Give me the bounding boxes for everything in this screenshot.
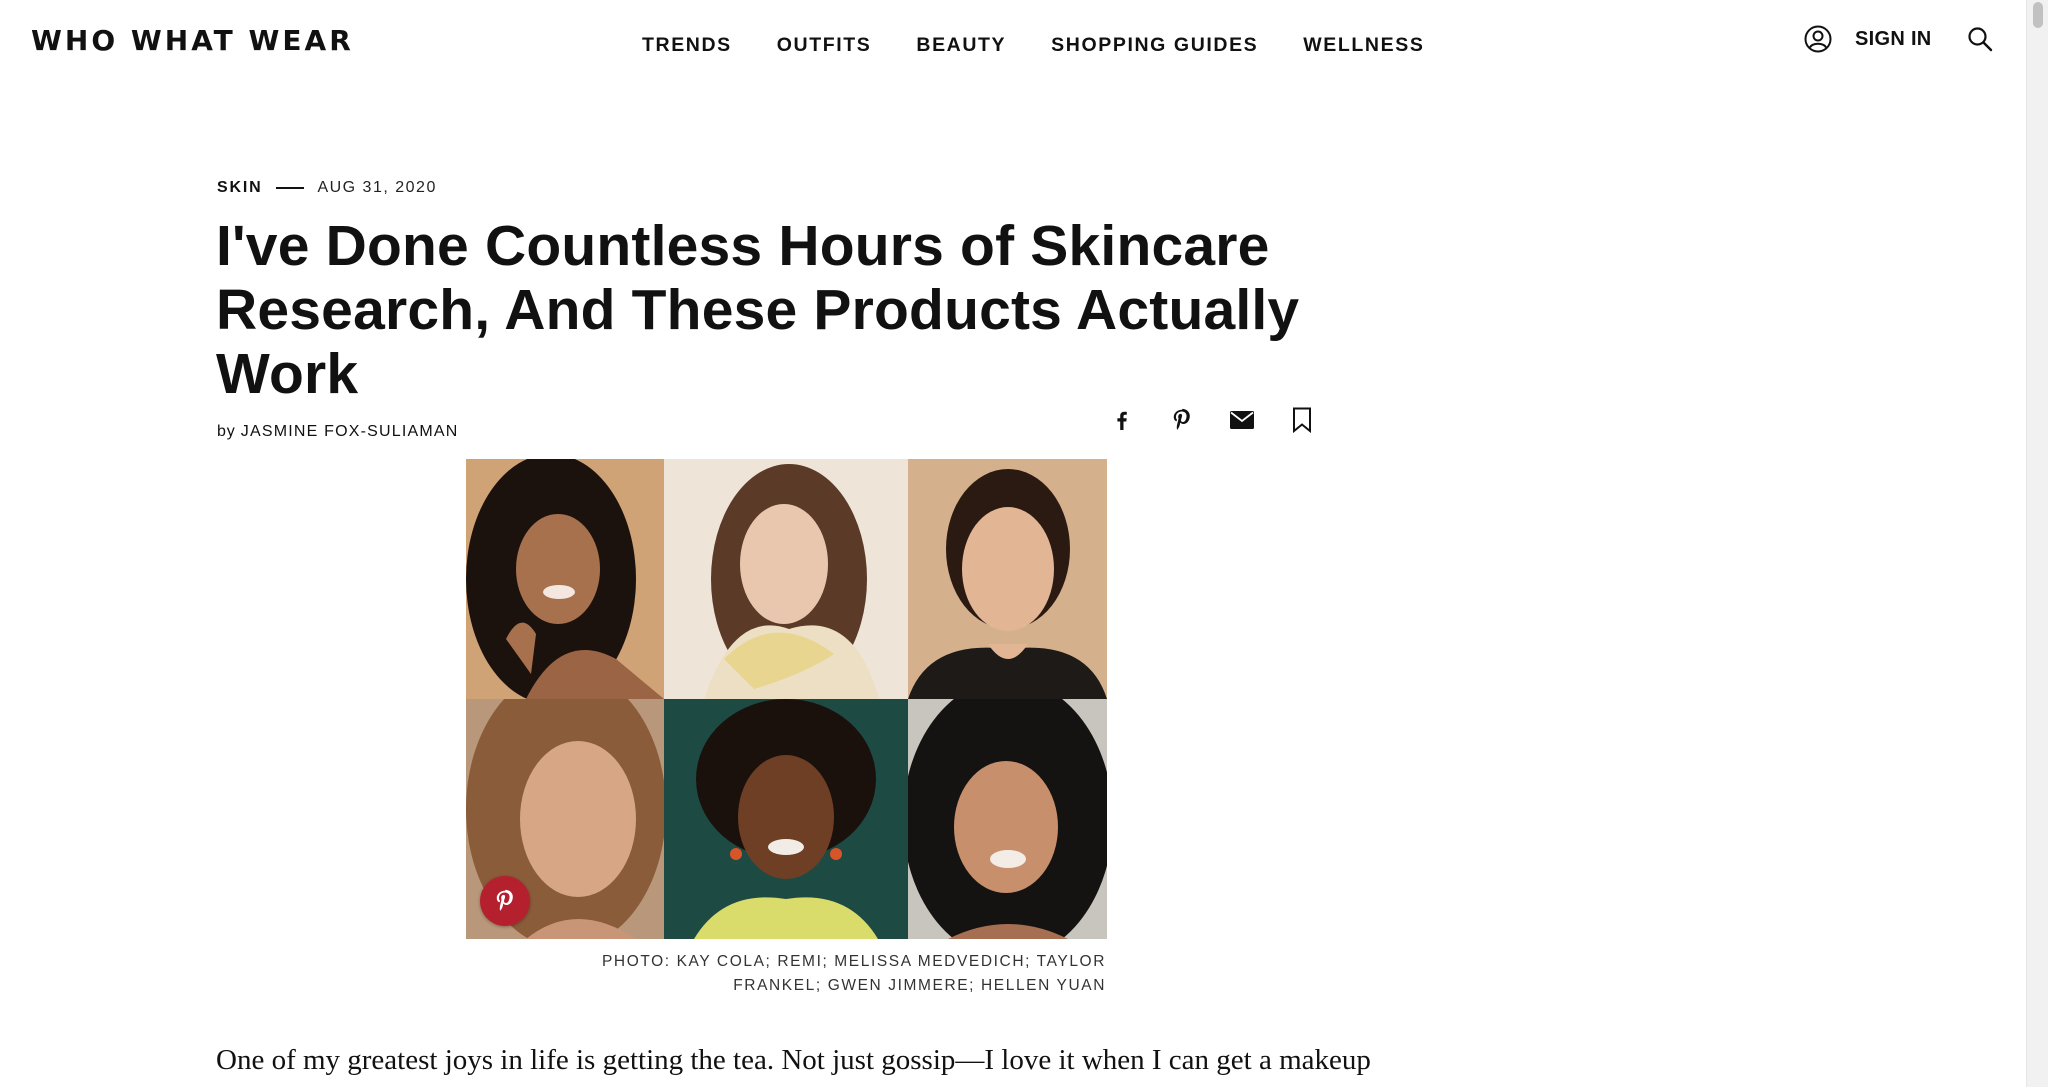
nav-item-beauty[interactable]: BEAUTY: [916, 34, 1006, 57]
scrollbar-thumb[interactable]: [2033, 2, 2043, 28]
user-circle-icon[interactable]: [1803, 24, 1833, 54]
article-meta: SKIN AUG 31, 2020: [217, 179, 437, 197]
portrait-3-image: [908, 459, 1107, 699]
portrait-2-image: [664, 459, 908, 699]
site-header: WHO WHAT WEAR TRENDS OUTFITS BEAUTY SHOP…: [0, 0, 2026, 90]
portrait-6-image: [908, 699, 1107, 939]
email-icon[interactable]: [1226, 404, 1258, 436]
photo-caption: PHOTO: KAY COLA; REMI; MELISSA MEDVEDICH…: [601, 953, 1106, 994]
pinterest-icon[interactable]: [1166, 404, 1198, 436]
bookmark-icon[interactable]: [1286, 404, 1318, 436]
hero-photo-collage: [466, 459, 1107, 939]
portrait-1-image: [466, 459, 664, 699]
portrait-5-image: [664, 699, 908, 939]
meta-divider: [276, 187, 305, 189]
article-body-paragraph: One of my greatest joys in life is getti…: [216, 1044, 1371, 1076]
article-byline: by JASMINE FOX-SULIAMAN: [217, 423, 459, 441]
site-logo[interactable]: WHO WHAT WEAR: [31, 24, 354, 57]
article-category[interactable]: SKIN: [217, 179, 262, 197]
share-bar: [1106, 404, 1318, 436]
main-nav: TRENDS OUTFITS BEAUTY SHOPPING GUIDES WE…: [642, 34, 1424, 57]
page-scrollbar[interactable]: [2026, 0, 2048, 1087]
search-icon[interactable]: [1966, 25, 1994, 53]
facebook-icon[interactable]: [1106, 404, 1138, 436]
nav-item-outfits[interactable]: OUTFITS: [777, 34, 872, 57]
sign-in-link[interactable]: SIGN IN: [1855, 28, 1932, 51]
pinterest-save-button[interactable]: [480, 876, 530, 926]
nav-item-trends[interactable]: TRENDS: [642, 34, 732, 57]
nav-item-shopping-guides[interactable]: SHOPPING GUIDES: [1051, 34, 1258, 57]
article-date: AUG 31, 2020: [317, 179, 437, 196]
author-link[interactable]: JASMINE FOX-SULIAMAN: [241, 423, 459, 440]
byline-prefix: by: [217, 423, 236, 440]
header-actions: SIGN IN: [1803, 24, 1994, 54]
article-title: I've Done Countless Hours of Skincare Re…: [216, 214, 1300, 406]
nav-item-wellness[interactable]: WELLNESS: [1303, 34, 1424, 57]
